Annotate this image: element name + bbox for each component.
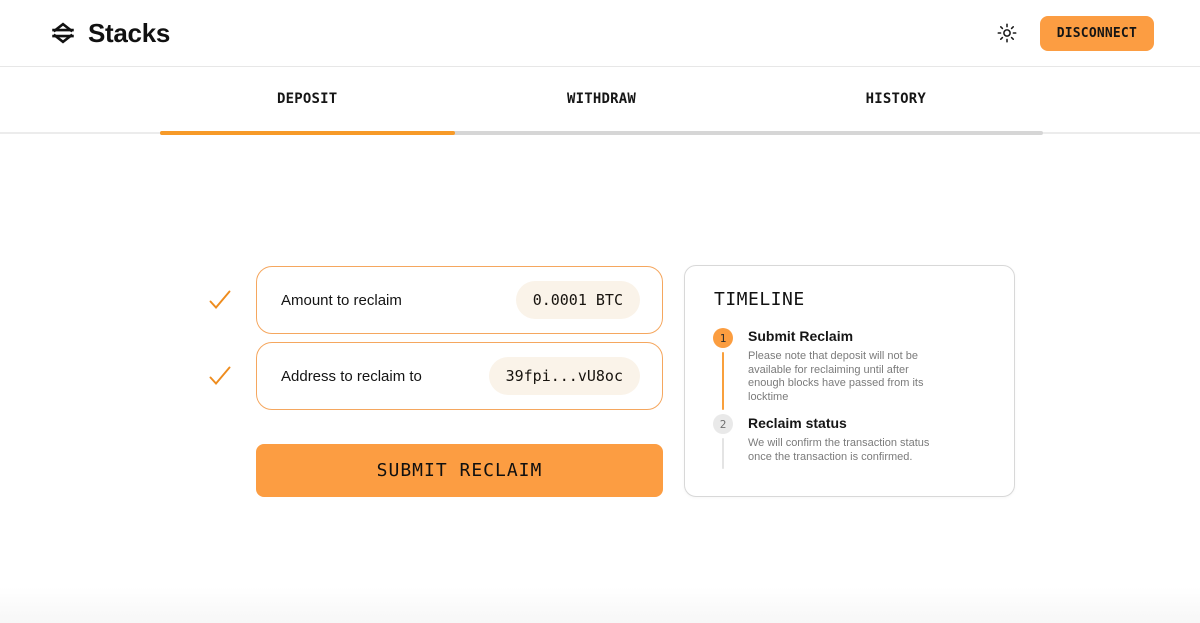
step-1-description: Please note that deposit will not be ava… — [748, 350, 948, 404]
tab-history[interactable]: HISTORY — [749, 67, 1043, 135]
valid-check-icon — [207, 287, 233, 313]
header-actions: DISCONNECT — [996, 16, 1154, 51]
tab-deposit[interactable]: DEPOSIT — [160, 67, 454, 135]
address-field[interactable]: Address to reclaim to 39fpi...vU8oc — [256, 342, 663, 410]
timeline-step-1: Submit Reclaim Please note that deposit … — [748, 328, 958, 404]
brand-home-link[interactable]: Stacks — [48, 18, 170, 49]
step-connector-pending — [722, 438, 724, 469]
amount-value: 0.0001 BTC — [516, 281, 640, 319]
timeline-title: TIMELINE — [714, 289, 805, 310]
sun-icon[interactable] — [996, 22, 1018, 44]
header: Stacks DISCONNECT — [0, 0, 1200, 67]
brand-name: Stacks — [88, 18, 170, 49]
active-tab-indicator — [160, 131, 455, 135]
step-connector-active — [722, 352, 724, 410]
amount-field[interactable]: Amount to reclaim 0.0001 BTC — [256, 266, 663, 334]
timeline-step-2: Reclaim status We will confirm the trans… — [748, 415, 958, 464]
timeline-card: TIMELINE 1 Submit Reclaim Please note th… — [684, 265, 1015, 497]
disconnect-button[interactable]: DISCONNECT — [1040, 16, 1154, 51]
stacks-logo-icon — [48, 18, 78, 48]
submit-reclaim-button[interactable]: SUBMIT RECLAIM — [256, 444, 663, 497]
amount-label: Amount to reclaim — [281, 292, 402, 309]
step-2-description: We will confirm the transaction status o… — [748, 437, 948, 464]
valid-check-icon — [207, 363, 233, 389]
tabbar: DEPOSIT WITHDRAW HISTORY — [0, 67, 1200, 135]
tab-withdraw[interactable]: WITHDRAW — [454, 67, 748, 135]
address-label: Address to reclaim to — [281, 368, 422, 385]
address-value: 39fpi...vU8oc — [489, 357, 640, 395]
step-1-title: Submit Reclaim — [748, 328, 958, 344]
tab-track — [160, 131, 1043, 135]
step-1-badge: 1 — [713, 328, 733, 348]
step-2-title: Reclaim status — [748, 415, 958, 431]
step-2-badge: 2 — [713, 414, 733, 434]
